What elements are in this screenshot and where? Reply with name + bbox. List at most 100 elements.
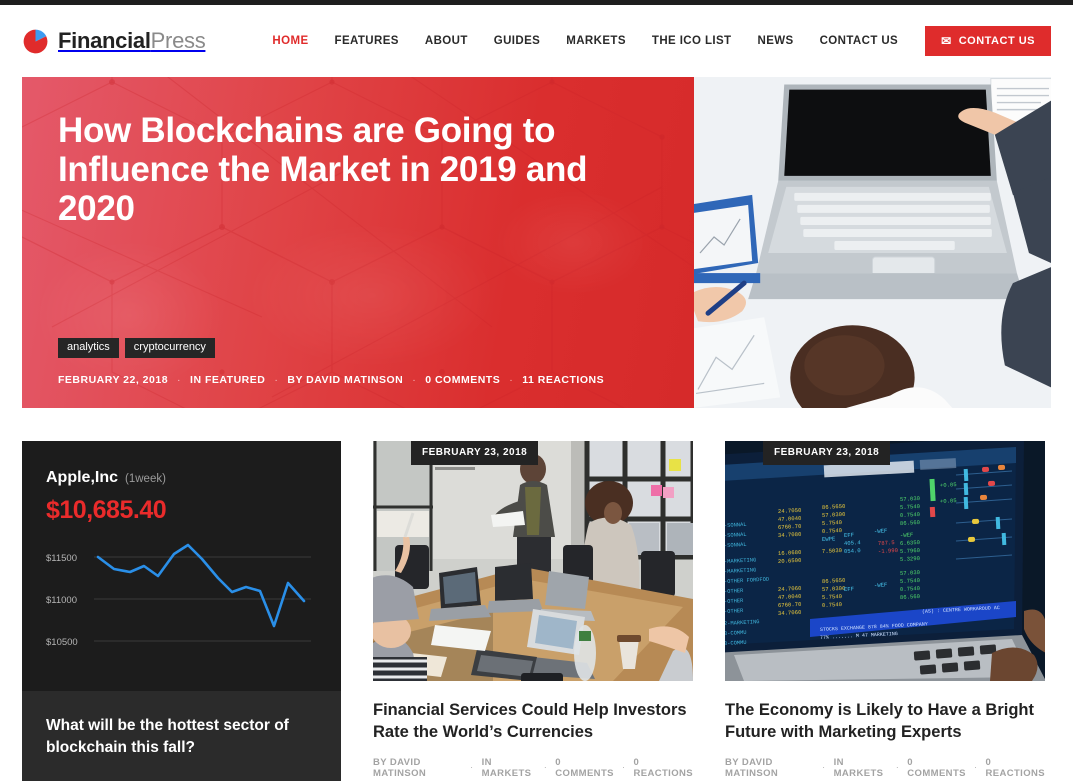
logo-word-light: Press: [150, 28, 206, 53]
chart-ytick-11500: $11500: [46, 553, 77, 564]
poll-question: What will be the hottest sector of block…: [46, 717, 289, 756]
svg-text:EWPE: EWPE: [822, 535, 836, 543]
hero-featured-post[interactable]: How Blockchains are Going to Influence t…: [22, 77, 1051, 408]
post-comments-1[interactable]: 0 COMMENTS: [555, 757, 614, 779]
svg-text:-SONNAL: -SONNAL: [725, 532, 747, 539]
svg-text:054.0: 054.0: [844, 547, 862, 555]
svg-text:20.6500: 20.6500: [778, 557, 802, 565]
nav-item-news[interactable]: NEWS: [757, 35, 793, 47]
svg-text:57.0300: 57.0300: [822, 585, 846, 593]
post-category-2[interactable]: IN MARKETS: [834, 757, 888, 779]
hero-meta-category[interactable]: IN FEATURED: [190, 374, 265, 386]
hero-tag-cryptocurrency[interactable]: cryptocurrency: [124, 338, 215, 358]
pie-chart-icon: [22, 28, 49, 55]
svg-text:3-COMMU: 3-COMMU: [725, 630, 747, 637]
post-author-1[interactable]: BY DAVID MATINSON: [373, 757, 462, 779]
nav-item-markets[interactable]: MARKETS: [566, 35, 626, 47]
meta-separator: ·: [895, 762, 900, 774]
nav-item-the-ico-list[interactable]: THE ICO LIST: [652, 35, 732, 47]
svg-text:24.7060: 24.7060: [778, 585, 802, 593]
hero-overlay-panel: How Blockchains are Going to Influence t…: [22, 77, 694, 408]
svg-text:16.0680: 16.0680: [778, 549, 802, 557]
post-card-2[interactable]: FEBRUARY 23, 2018 -SONNAL -SONNAL -SONNA…: [725, 441, 1045, 781]
svg-text:+0.05: +0.05: [940, 481, 957, 489]
post-category-1[interactable]: IN MARKETS: [482, 757, 536, 779]
hero-meta: FEBRUARY 22, 2018 · IN FEATURED · BY DAV…: [58, 374, 654, 386]
svg-text:+0.05: +0.05: [940, 497, 957, 505]
svg-text:7.5030: 7.5030: [822, 547, 843, 555]
main-navigation: HOME FEATURES ABOUT GUIDES MARKETS THE I…: [245, 35, 925, 47]
stock-price: $10,685.40: [46, 496, 167, 524]
svg-text:86.560: 86.560: [900, 519, 921, 527]
nav-item-about[interactable]: ABOUT: [425, 35, 468, 47]
meta-separator: ·: [543, 762, 548, 774]
svg-text:-WEF: -WEF: [900, 531, 914, 539]
svg-text:57.030: 57.030: [900, 495, 921, 503]
envelope-icon: ✉: [941, 34, 952, 48]
svg-text:-SONNAL: -SONNAL: [725, 522, 747, 529]
post-card-1[interactable]: FEBRUARY 23, 2018 Financial Services Cou…: [373, 441, 693, 781]
svg-text:57.030: 57.030: [900, 569, 921, 577]
hero-meta-comments[interactable]: 0 COMMENTS: [425, 374, 500, 386]
post-thumbnail-1[interactable]: FEBRUARY 23, 2018: [373, 441, 693, 681]
post-thumbnail-2[interactable]: FEBRUARY 23, 2018 -SONNAL -SONNAL -SONNA…: [725, 441, 1045, 681]
hero-image: [694, 77, 1051, 408]
nav-item-contact-us[interactable]: CONTACT US: [820, 35, 899, 47]
hero-meta-reactions: 11 REACTIONS: [522, 374, 605, 386]
svg-text:0.7540: 0.7540: [900, 511, 921, 519]
svg-text:34.7060: 34.7060: [778, 609, 802, 617]
svg-text:5.7960: 5.7960: [900, 547, 921, 555]
svg-text:405.4: 405.4: [844, 539, 862, 547]
hero-meta-author[interactable]: BY DAVID MATINSON: [287, 374, 403, 386]
svg-text:24.7050: 24.7050: [778, 507, 802, 515]
svg-text:-OTHER: -OTHER: [725, 598, 744, 605]
svg-text:47.0040: 47.0040: [778, 593, 802, 601]
meta-separator: ·: [274, 374, 279, 386]
hero-title: How Blockchains are Going to Influence t…: [58, 111, 588, 229]
svg-text:86.560: 86.560: [900, 593, 921, 601]
logo-word-bold: Financial: [58, 28, 151, 53]
hero-footer: analytics cryptocurrency FEBRUARY 22, 20…: [58, 338, 654, 386]
stock-widget: Apple,Inc (1week) $10,685.40 $11500 $110…: [22, 441, 341, 691]
meta-separator: ·: [412, 374, 417, 386]
post-cards-row: Apple,Inc (1week) $10,685.40 $11500 $110…: [22, 441, 1051, 781]
post-comments-2[interactable]: 0 COMMENTS: [907, 757, 966, 779]
nav-item-guides[interactable]: GUIDES: [494, 35, 541, 47]
svg-text:86.5650: 86.5650: [822, 577, 846, 585]
svg-text:5.3290: 5.3290: [900, 555, 921, 563]
post-reactions-1: 0 REACTIONS: [633, 756, 694, 779]
svg-text:-WEF: -WEF: [874, 581, 888, 589]
stock-period: (1week): [125, 473, 166, 485]
hero-tag-list: analytics cryptocurrency: [58, 338, 654, 358]
svg-text:EFF: EFF: [844, 585, 854, 593]
site-header: FinancialPress HOME FEATURES ABOUT GUIDE…: [0, 5, 1073, 77]
stock-line-chart: $11500 $11000 $10500: [46, 539, 317, 649]
contact-us-button[interactable]: ✉ CONTACT US: [925, 26, 1051, 56]
meta-separator: ·: [973, 762, 978, 774]
nav-item-home[interactable]: HOME: [272, 35, 308, 47]
svg-text:-OTHER: -OTHER: [725, 588, 744, 595]
svg-text:0.7540: 0.7540: [900, 585, 921, 593]
svg-text:47.0040: 47.0040: [778, 515, 802, 523]
post-author-2[interactable]: BY DAVID MATINSON: [725, 757, 814, 779]
post-meta-1: BY DAVID MATINSON · IN MARKETS · 0 COMME…: [373, 757, 693, 779]
post-date-badge-2: FEBRUARY 23, 2018: [763, 441, 891, 465]
meta-separator: ·: [177, 374, 182, 386]
svg-text:0.7540: 0.7540: [822, 527, 843, 535]
svg-text:EFF: EFF: [844, 531, 854, 539]
post-reactions-2: 0 REACTIONS: [985, 756, 1046, 779]
svg-text:5.7540: 5.7540: [822, 593, 843, 601]
svg-text:6.6350: 6.6350: [900, 539, 921, 547]
post-date-badge-1: FEBRUARY 23, 2018: [411, 441, 539, 465]
post-title-1[interactable]: Financial Services Could Help Investors …: [373, 699, 693, 744]
svg-text:6760.70: 6760.70: [778, 523, 802, 531]
svg-text:0.7540: 0.7540: [822, 601, 843, 609]
post-title-2[interactable]: The Economy is Likely to Have a Bright F…: [725, 699, 1045, 744]
svg-text:-WEF: -WEF: [874, 527, 888, 535]
site-logo[interactable]: FinancialPress: [22, 28, 206, 55]
stock-name: Apple,Inc: [46, 469, 119, 486]
meta-separator: ·: [822, 762, 826, 774]
hero-tag-analytics[interactable]: analytics: [58, 338, 119, 358]
meta-separator: ·: [470, 762, 474, 774]
nav-item-features[interactable]: FEATURES: [335, 35, 399, 47]
